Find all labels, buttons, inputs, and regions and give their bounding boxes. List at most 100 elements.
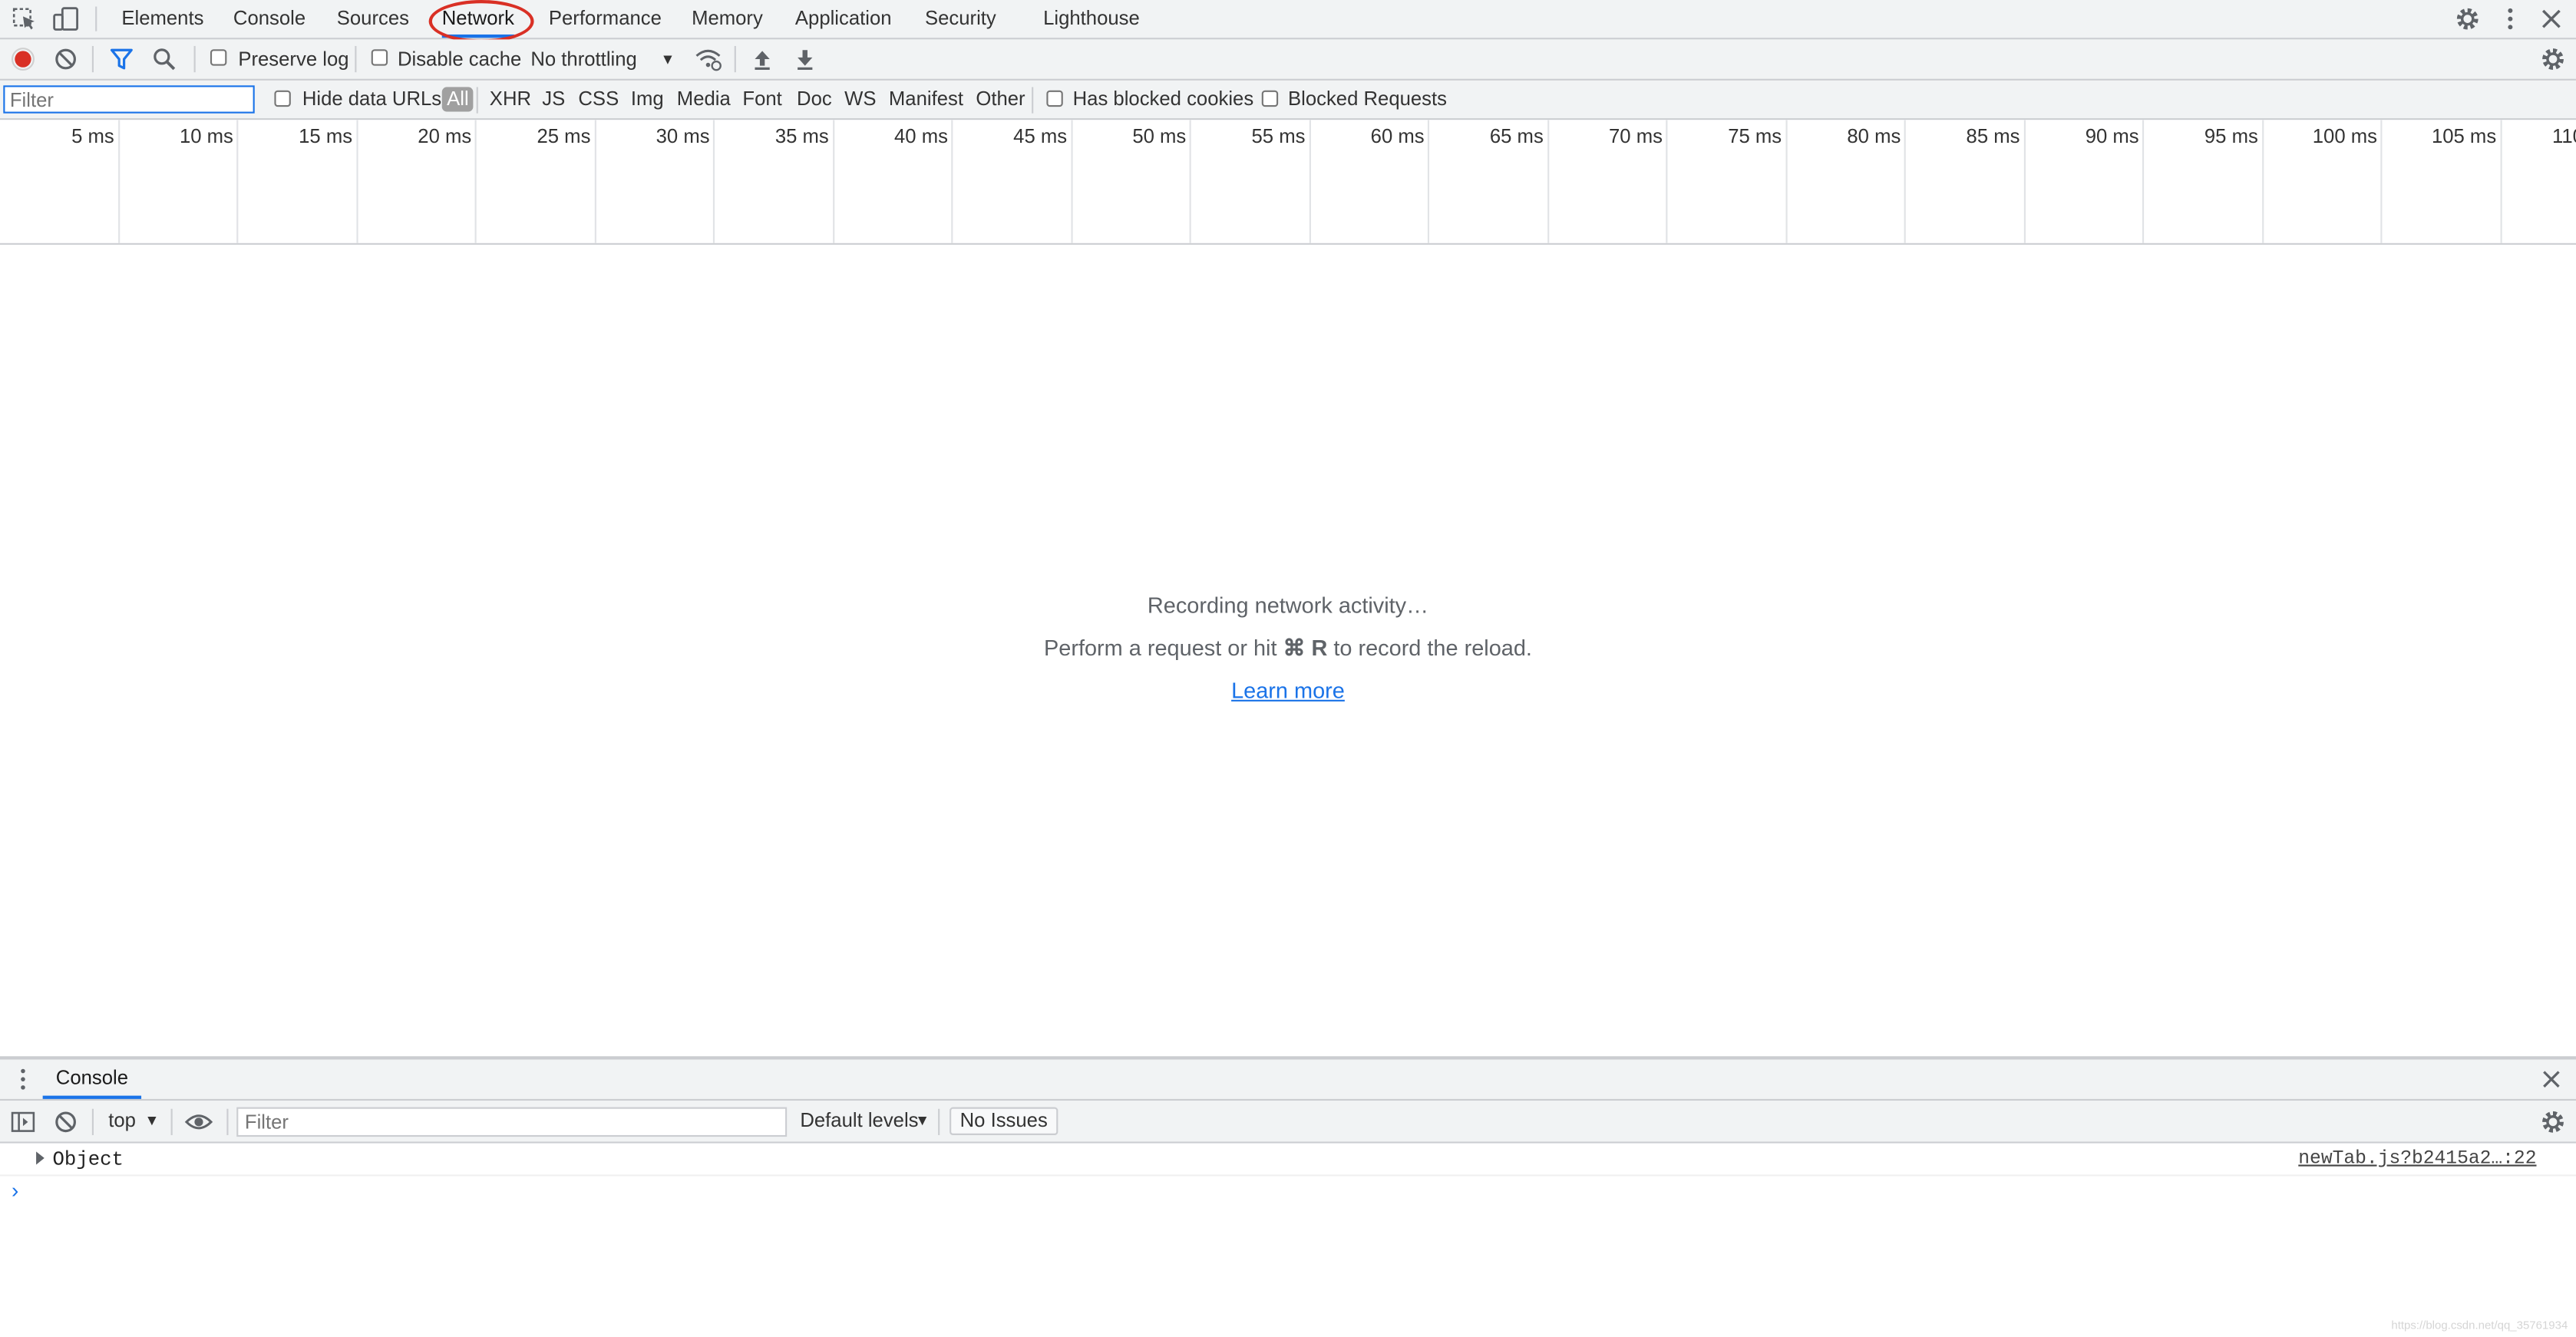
inspect-element-icon[interactable] [10,5,40,32]
throttling-select[interactable]: No throttling [530,48,636,71]
filter-funnel-icon[interactable] [108,46,134,72]
more-options-icon[interactable] [2495,5,2525,32]
tab-console[interactable]: Console [233,0,305,38]
type-filter-media[interactable]: Media [677,87,731,111]
tab-lighthouse[interactable]: Lighthouse [1043,0,1140,38]
console-filter-input[interactable] [236,1107,788,1137]
network-filter-input[interactable] [3,85,255,114]
reload-shortcut: ⌘ R [1283,635,1328,661]
timeline-tick-label: 110 ms [2552,124,2576,148]
clear-console-icon[interactable] [52,1109,78,1135]
type-filter-img[interactable]: Img [631,87,664,111]
timeline-tick-label: 80 ms [1847,124,1901,148]
console-toolbar-separator [91,1108,94,1135]
timeline-gridline [1189,120,1191,243]
tabbar-separator [95,6,97,31]
console-log-row[interactable]: Object newTab.js?b2415a2…:22 [0,1144,2576,1177]
timeline-gridline [2261,120,2264,243]
type-filter-js[interactable]: JS [542,87,565,111]
drawer-tab-console[interactable]: Console [42,1059,142,1099]
timeline-gridline [117,120,120,243]
timeline-gridline [1427,120,1430,243]
reload-hint-suffix: to record the reload. [1327,635,1532,661]
timeline-gridline [712,120,715,243]
disable-cache-label: Disable cache [397,48,522,71]
type-filter-css[interactable]: CSS [578,87,619,111]
context-select[interactable]: top [108,1109,136,1132]
recording-message: Recording network activity… [1147,593,1429,618]
tab-security[interactable]: Security [925,0,996,38]
timeline-tick-label: 5 ms [71,124,114,148]
timeline-tick-label: 65 ms [1489,124,1544,148]
toolbar-separator [355,45,357,73]
type-filter-font[interactable]: Font [742,87,781,111]
filter-separator [1032,87,1034,114]
import-har-icon[interactable] [749,46,775,72]
tab-memory[interactable]: Memory [692,0,763,38]
type-filter-other[interactable]: Other [976,87,1025,111]
timeline-tick-label: 75 ms [1728,124,1782,148]
type-filter-all[interactable]: All [441,87,474,112]
timeline-tick-label: 85 ms [1966,124,2020,148]
console-toolbar: top ▼ Default levels ▼ No Issues [0,1101,2576,1144]
type-filter-doc[interactable]: Doc [797,87,832,111]
timeline-gridline [355,120,358,243]
network-settings-gear-icon[interactable] [2538,46,2568,72]
blocked-requests-checkbox[interactable] [1261,90,1279,107]
preserve-log-label: Preserve log [238,48,349,71]
device-toolbar-icon[interactable] [51,5,81,32]
expand-triangle-icon[interactable] [36,1151,45,1165]
preserve-log-checkbox[interactable] [210,49,227,66]
timeline-overview[interactable]: 5 ms 10 ms 15 ms 20 ms 25 ms 30 ms 35 ms 40 ms 4… [0,120,2576,245]
learn-more-link[interactable]: Learn more [1231,678,1345,703]
chevron-down-icon: ▼ [660,51,675,68]
has-blocked-cookies-checkbox[interactable] [1046,90,1063,107]
console-source-link[interactable]: newTab.js?b2415a2…:22 [2298,1148,2536,1170]
network-toolbar: Preserve log Disable cache No throttling… [0,39,2576,81]
timeline-tick-label: 40 ms [893,124,948,148]
console-toolbar-separator [938,1108,940,1135]
reload-hint: Perform a request or hit ⌘ R to record t… [0,635,2576,662]
timeline-gridline [236,120,239,243]
timeline-tick-label: 15 ms [299,124,353,148]
close-devtools-icon[interactable] [2537,5,2567,32]
disable-cache-checkbox[interactable] [371,49,388,66]
timeline-tick-label: 95 ms [2204,124,2258,148]
timeline-tick-label: 30 ms [656,124,710,148]
tab-performance[interactable]: Performance [549,0,662,38]
type-filter-xhr[interactable]: XHR [490,87,531,111]
timeline-gridline [1070,120,1072,243]
timeline-gridline [2023,120,2025,243]
log-levels-select[interactable]: Default levels [800,1109,918,1132]
live-expression-eye-icon[interactable] [184,1109,214,1135]
hide-data-urls-checkbox[interactable] [274,90,291,107]
search-icon[interactable] [151,46,177,72]
toolbar-separator [91,45,94,73]
close-drawer-icon[interactable] [2538,1066,2564,1092]
console-object-entry[interactable]: Object [52,1148,124,1171]
watermark: https://blog.csdn.net/qq_35761934 [2391,1320,2568,1332]
sidebar-toggle-icon[interactable] [10,1109,36,1135]
export-har-icon[interactable] [792,46,818,72]
timeline-gridline [2499,120,2502,243]
timeline-tick-label: 35 ms [774,124,829,148]
issues-button[interactable]: No Issues [949,1107,1058,1135]
settings-gear-icon[interactable] [2452,5,2482,32]
hide-data-urls-label: Hide data URLs [302,87,442,111]
type-filter-ws[interactable]: WS [844,87,876,111]
tab-sources[interactable]: Sources [337,0,409,38]
network-conditions-icon[interactable] [693,46,723,72]
network-filter-bar: Hide data URLs All XHR JS CSS Img Media … [0,80,2576,120]
record-button[interactable] [10,46,36,72]
clear-icon[interactable] [52,46,78,72]
tab-elements[interactable]: Elements [121,0,203,38]
console-prompt-icon[interactable]: › [12,1178,18,1203]
tab-application[interactable]: Application [795,0,892,38]
timeline-gridline [1785,120,1787,243]
type-filter-manifest[interactable]: Manifest [889,87,963,111]
console-settings-gear-icon[interactable] [2538,1109,2568,1135]
drawer-menu-icon[interactable] [12,1066,35,1092]
console-toolbar-separator [226,1108,229,1135]
timeline-tick-label: 70 ms [1609,124,1663,148]
timeline-gridline [474,120,477,243]
